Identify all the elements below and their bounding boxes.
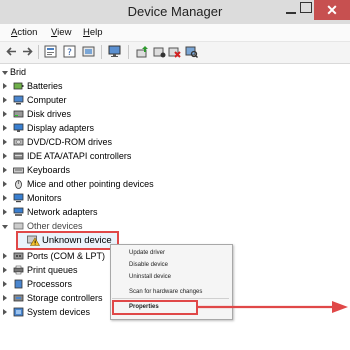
menu-action-rest: ction (17, 27, 38, 38)
tree-item-label: Batteries (27, 81, 63, 91)
expand-arrow-icon[interactable] (3, 209, 7, 215)
tree-item-label: Storage controllers (27, 293, 103, 303)
computer-icon (13, 95, 24, 105)
expand-arrow-icon[interactable] (3, 97, 7, 103)
other-devices-icon (13, 222, 24, 230)
expand-arrow-icon[interactable] (3, 167, 7, 173)
ide-controller-icon (13, 152, 24, 160)
display-adapter-icon (13, 123, 24, 132)
tree-item-computer[interactable]: Computer (0, 94, 350, 108)
tree-item-monitors[interactable]: Monitors (0, 192, 350, 206)
menu-action[interactable]: Action (11, 27, 37, 38)
forward-arrow-icon[interactable] (21, 45, 34, 58)
scan-hardware-icon[interactable] (185, 45, 198, 58)
toolbar-separator (101, 45, 102, 59)
battery-icon (13, 82, 24, 90)
menu-view[interactable]: View (51, 27, 71, 38)
tree-item-ide-controllers[interactable]: IDE ATA/ATAPI controllers (0, 150, 350, 164)
toolbar-separator (38, 45, 39, 59)
menu-help[interactable]: Help (83, 27, 103, 38)
tree-item-unknown-device[interactable]: Unknown device (13, 234, 123, 248)
disable-icon[interactable] (153, 45, 166, 58)
minimize-button[interactable] (284, 3, 298, 17)
expand-arrow-icon[interactable] (3, 295, 7, 301)
back-arrow-icon[interactable] (5, 45, 18, 58)
tree-item-label: Display adapters (27, 123, 95, 133)
properties-highlight-box (112, 300, 198, 315)
expand-arrow-icon[interactable] (3, 267, 7, 273)
expand-arrow-icon[interactable] (3, 125, 7, 131)
tree-item-display-adapters[interactable]: Display adapters (0, 122, 350, 136)
tree-item-label: Other devices (27, 221, 83, 231)
system-devices-icon (13, 307, 24, 317)
tree-item-dvd-drives[interactable]: DVD/CD-ROM drives (0, 136, 350, 150)
dvd-drive-icon (13, 138, 24, 146)
tree-root-label: Brid (10, 67, 27, 77)
tree-item-label: Monitors (27, 193, 62, 203)
expand-arrow-icon[interactable] (3, 181, 7, 187)
maximize-button[interactable] (300, 2, 312, 13)
ctx-uninstall-device[interactable]: Uninstall device (129, 274, 171, 280)
tree-item-label: DVD/CD-ROM drives (27, 137, 113, 147)
ctx-update-driver[interactable]: Update driver (129, 250, 165, 256)
expand-arrow-icon[interactable] (3, 195, 7, 201)
expand-arrow-icon[interactable] (3, 281, 7, 287)
uninstall-icon[interactable] (168, 45, 181, 58)
monitor-icon (13, 193, 24, 203)
menu-view-rest: iew (57, 27, 72, 38)
expand-arrow-icon[interactable] (3, 111, 7, 117)
expand-arrow-icon[interactable] (3, 153, 7, 159)
tree-item-label: Network adapters (27, 207, 98, 217)
port-icon (13, 252, 24, 260)
toolbar-separator (128, 45, 129, 59)
toolbar: ? (0, 42, 350, 64)
disk-drive-icon (13, 110, 24, 118)
expand-arrow-icon[interactable] (3, 83, 7, 89)
tree-item-disk-drives[interactable]: Disk drives (0, 108, 350, 122)
tree-item-label: System devices (27, 307, 91, 317)
menu-bar: Action View Help (0, 24, 350, 42)
tree-item-label: IDE ATA/ATAPI controllers (27, 151, 132, 161)
menu-help-rest: elp (89, 27, 103, 38)
tree-item-label: Keyboards (27, 165, 71, 175)
monitor-icon[interactable] (108, 45, 121, 58)
keyboard-icon (13, 167, 24, 174)
help-icon[interactable]: ? (63, 45, 76, 58)
ctx-disable-device[interactable]: Disable device (129, 262, 168, 268)
tree-item-label: Processors (27, 279, 73, 289)
network-adapter-icon (13, 207, 24, 216)
svg-text:?: ? (67, 48, 72, 58)
menu-help-mnemonic: H (83, 27, 90, 38)
expand-arrow-icon[interactable] (3, 139, 7, 145)
collapse-arrow-icon[interactable] (2, 71, 8, 75)
close-button[interactable]: ✕ (314, 0, 350, 20)
tree-item-label: Ports (COM & LPT) (27, 251, 106, 261)
printer-icon (13, 265, 24, 275)
tree-item-mice[interactable]: Mice and other pointing devices (0, 178, 350, 192)
update-driver-icon[interactable] (136, 45, 149, 58)
unknown-device-warning-icon (27, 235, 40, 246)
properties-icon[interactable] (44, 45, 57, 58)
tree-item-label: Disk drives (27, 109, 72, 119)
driver-icon[interactable] (82, 45, 95, 58)
tree-item-label: Unknown device (42, 235, 112, 246)
mouse-icon (15, 180, 22, 189)
tree-item-label: Mice and other pointing devices (27, 179, 154, 189)
tree-item-label: Computer (27, 95, 67, 105)
expand-arrow-icon[interactable] (3, 309, 7, 315)
collapse-arrow-icon[interactable] (2, 225, 8, 229)
storage-controller-icon (13, 294, 24, 302)
tree-item-keyboards[interactable]: Keyboards (0, 164, 350, 178)
tree-root[interactable]: Brid (0, 66, 350, 80)
processor-icon (14, 279, 23, 289)
expand-arrow-icon[interactable] (3, 253, 7, 259)
ctx-scan-hardware[interactable]: Scan for hardware changes (129, 289, 202, 295)
tree-item-batteries[interactable]: Batteries (0, 80, 350, 94)
tree-item-label: Print queues (27, 265, 78, 275)
red-arrow-icon (198, 301, 348, 313)
tree-item-network-adapters[interactable]: Network adapters (0, 206, 350, 220)
